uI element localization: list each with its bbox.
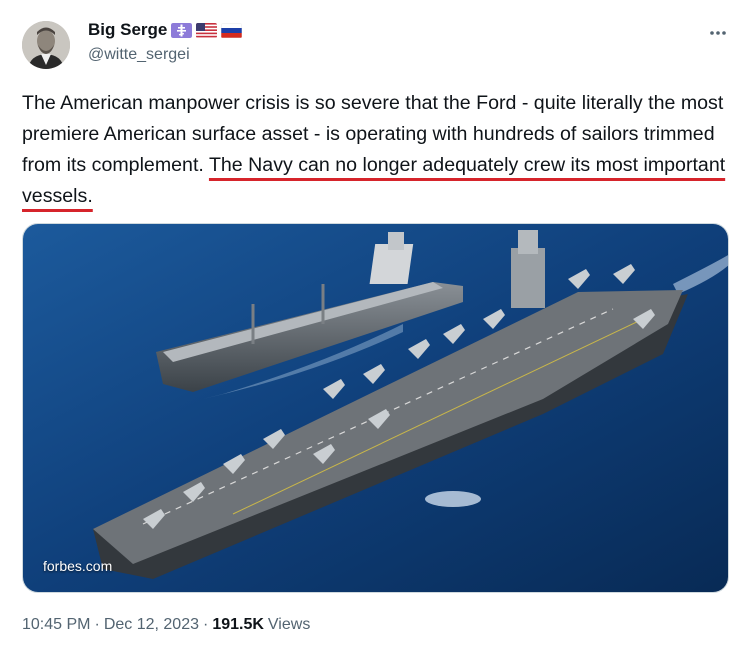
separator: · (203, 616, 209, 633)
author-handle[interactable]: @witte_sergei (88, 46, 190, 64)
tweet-media-image[interactable]: forbes.com (22, 223, 729, 593)
more-options-button[interactable] (704, 22, 732, 44)
display-name[interactable]: Big Serge (88, 20, 167, 40)
views-count: 191.5K (212, 616, 264, 633)
separator: · (94, 616, 100, 633)
views-label: Views (267, 616, 311, 633)
tweet-text: The American manpower crisis is so sever… (22, 88, 732, 212)
russia-flag-icon (221, 22, 243, 38)
more-icon (710, 31, 726, 35)
media-watermark: forbes.com (43, 558, 113, 574)
tweet-metadata: 10:45 PM · Dec 12, 2023 · 191.5K Views (22, 616, 310, 634)
tweet-time[interactable]: 10:45 PM (22, 616, 90, 634)
author-name-row: Big Serge (88, 20, 243, 40)
orthodox-cross-icon (171, 22, 193, 38)
avatar-portrait-image (22, 21, 70, 69)
aircraft-carrier-image (23, 224, 728, 592)
tweet-date[interactable]: Dec 12, 2023 (104, 616, 199, 634)
avatar[interactable] (22, 21, 70, 69)
us-flag-icon (196, 22, 218, 38)
